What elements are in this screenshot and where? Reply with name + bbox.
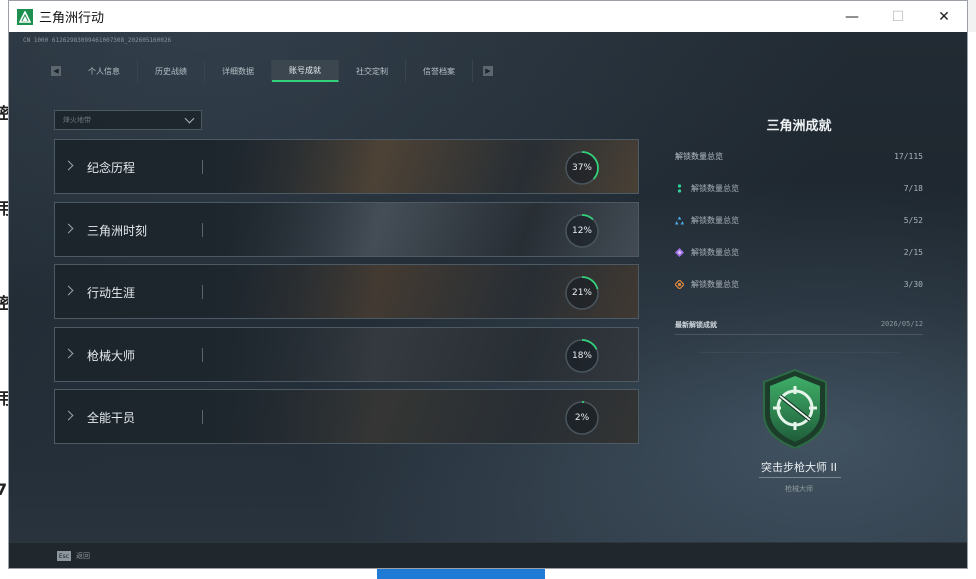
divider <box>759 477 841 478</box>
title-bar: 三角洲行动 — ☐ ✕ <box>9 1 967 32</box>
back-label[interactable]: 返回 <box>76 551 90 561</box>
tab-achievements[interactable]: 账号成就 <box>272 60 339 82</box>
window-controls: — ☐ ✕ <box>829 1 967 32</box>
tab-social[interactable]: 社交定制 <box>339 60 406 82</box>
background-taskbar-item <box>377 569 545 579</box>
divider <box>202 347 203 362</box>
recent-unlock-date: 2026/05/12 <box>880 320 923 328</box>
achievement-category-row[interactable]: 纪念历程 37% <box>54 139 639 194</box>
footer-bar: Esc 返回 <box>9 542 967 568</box>
category-percent: 2% <box>574 413 590 423</box>
purple-tier-icon <box>675 247 684 257</box>
summary-total-value: 17/115 <box>894 151 923 161</box>
tab-prev-icon[interactable]: ◀ <box>51 66 61 76</box>
summary-row-label: 解锁数量总览 <box>691 247 739 257</box>
summary-row-value: 5/52 <box>903 215 923 225</box>
badge-name: 突击步枪大师 II <box>761 461 837 474</box>
game-viewport: CN 1000 612629830994610073​08_2026051600… <box>9 32 967 568</box>
category-name: 全能干员 <box>87 411 136 425</box>
divider <box>202 222 203 237</box>
summary-row-label: 解锁数量总览 <box>691 215 739 225</box>
app-logo-icon <box>17 8 33 25</box>
tab-personal-info[interactable]: 个人信息 <box>71 60 138 82</box>
green-tier-icon <box>677 183 682 193</box>
summary-row: 解锁数量总览 3/30 <box>675 276 923 292</box>
background-page-bottom-edge <box>0 569 976 579</box>
mode-filter-value: 烽火地带 <box>63 116 91 124</box>
divider <box>699 352 899 353</box>
summary-row: 解锁数量总览 7/18 <box>675 180 923 196</box>
blue-tier-icon <box>675 216 684 224</box>
summary-row: 解锁数量总览 2/15 <box>675 244 923 260</box>
summary-row-value: 2/15 <box>903 247 923 257</box>
chevron-down-icon <box>184 113 195 123</box>
summary-row-label: 解锁数量总览 <box>691 279 739 289</box>
category-name: 行动生涯 <box>87 286 136 300</box>
category-percent: 18% <box>571 350 592 361</box>
minimize-button[interactable]: — <box>829 1 875 32</box>
summary-row: 解锁数量总览 5/52 <box>675 212 923 228</box>
tab-next-icon[interactable]: ▶ <box>483 66 493 76</box>
summary-total-label: 解锁数量总览 <box>675 151 723 161</box>
summary-row-label: 解锁数量总览 <box>691 183 739 193</box>
achievements-title: 三角洲成就 <box>766 119 832 134</box>
rifle-master-badge-icon[interactable] <box>760 368 830 450</box>
close-button[interactable]: ✕ <box>921 1 967 32</box>
tab-history[interactable]: 历史战绩 <box>138 60 205 82</box>
category-name: 三角洲时刻 <box>87 223 148 238</box>
maximize-button[interactable]: ☐ <box>875 1 921 32</box>
achievement-category-row[interactable]: 行动生涯 21% <box>54 264 639 319</box>
badge-category: 枪械大师 <box>785 485 813 493</box>
category-name: 纪念历程 <box>87 161 136 175</box>
recent-unlock-label: 最新解锁成就 <box>675 321 717 329</box>
recent-unlock-header: 最新解锁成就 2026/05/12 <box>675 320 923 330</box>
divider <box>675 334 923 335</box>
achievement-category-row[interactable]: 枪械大师 18% <box>54 326 639 382</box>
achievement-category-row[interactable]: 三角洲时刻 12% <box>54 201 639 257</box>
tab-detail-data[interactable]: 详细数据 <box>205 60 272 82</box>
divider <box>202 285 203 299</box>
divider <box>202 410 203 424</box>
tab-reputation[interactable]: 信誉档案 <box>406 60 473 82</box>
category-name: 枪械大师 <box>87 348 136 363</box>
tab-bar: ◀ 个人信息 历史战绩 详细数据 账号成就 社交定制 信誉档案 ▶ <box>51 60 493 82</box>
achievement-category-row[interactable]: 全能干员 2% <box>54 389 639 444</box>
player-id-code: CN 1000 612629830994610073​08_2026051600… <box>23 37 172 44</box>
summary-row-value: 7/18 <box>903 183 923 193</box>
divider <box>202 160 203 174</box>
summary-total-row: 解锁数量总览 17/115 <box>675 148 923 164</box>
category-percent: 21% <box>571 288 592 298</box>
background-page-right-edge <box>968 32 976 569</box>
category-percent: 12% <box>571 225 592 236</box>
esc-key-icon[interactable]: Esc <box>57 551 71 561</box>
window-title: 三角洲行动 <box>39 11 105 26</box>
app-window: 三角洲行动 — ☐ ✕ CN 1000 612629830994610073​0… <box>8 0 968 569</box>
mode-filter-dropdown[interactable]: 烽火地带 <box>54 110 202 130</box>
summary-row-value: 3/30 <box>903 279 923 289</box>
orange-tier-icon <box>675 279 684 289</box>
category-percent: 37% <box>571 163 592 173</box>
